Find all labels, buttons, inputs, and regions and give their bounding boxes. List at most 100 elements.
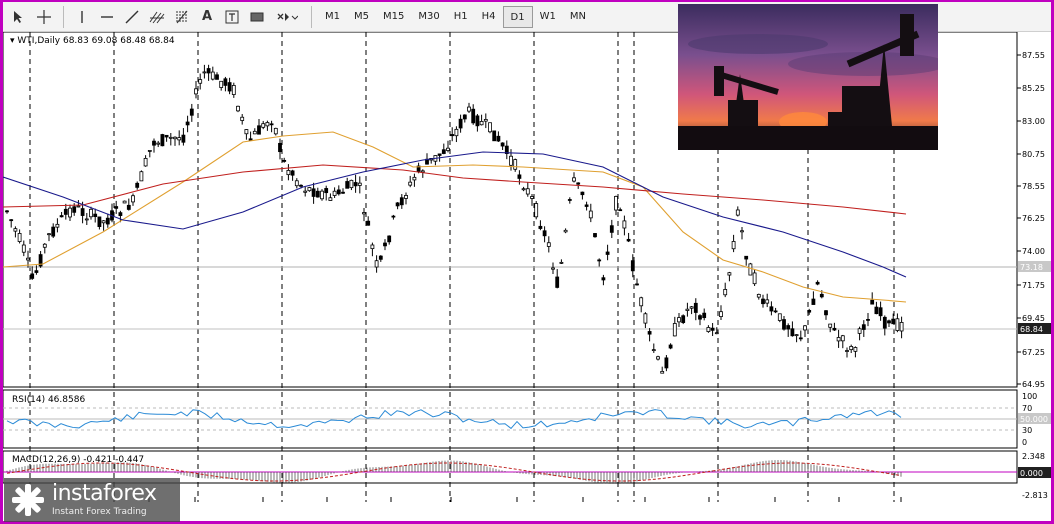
candle-body bbox=[840, 335, 845, 342]
candle-body bbox=[693, 302, 698, 313]
timeframe-m30[interactable]: M30 bbox=[411, 6, 446, 28]
candle-body bbox=[559, 261, 564, 264]
candle-body bbox=[677, 317, 681, 323]
candle-body bbox=[395, 202, 400, 207]
candle-body bbox=[605, 251, 610, 255]
candle-body bbox=[702, 312, 707, 319]
candle-body bbox=[89, 208, 93, 218]
trendline-icon[interactable] bbox=[120, 5, 144, 29]
candle-body bbox=[139, 171, 144, 182]
shapes-dropdown-icon[interactable] bbox=[270, 5, 304, 29]
fibonacci-icon[interactable] bbox=[170, 5, 194, 29]
instaforex-logo: instaforex Instant Forex Trading bbox=[4, 478, 180, 522]
toolbar-separator bbox=[63, 5, 64, 28]
candle-body bbox=[798, 337, 803, 340]
candle-body bbox=[488, 122, 492, 133]
candle-body bbox=[147, 150, 152, 152]
timeframe-w1[interactable]: W1 bbox=[533, 6, 563, 28]
candle-body bbox=[105, 217, 110, 225]
text-icon[interactable]: A bbox=[195, 5, 219, 29]
candle-body bbox=[202, 71, 207, 74]
candle-body bbox=[198, 79, 203, 84]
candle-body bbox=[244, 129, 249, 135]
candle-body bbox=[626, 238, 631, 242]
candle-body bbox=[790, 328, 795, 337]
candle-body bbox=[479, 121, 484, 126]
candle-body bbox=[483, 119, 488, 122]
candle-body bbox=[17, 233, 22, 242]
timeframe-m1[interactable]: M1 bbox=[318, 6, 347, 28]
horizontal-line-icon[interactable] bbox=[95, 5, 119, 29]
timeframe-h1[interactable]: H1 bbox=[447, 6, 475, 28]
candle-body bbox=[55, 223, 60, 228]
candle-body bbox=[378, 255, 383, 260]
timeframe-mn[interactable]: MN bbox=[563, 6, 593, 28]
candle-body bbox=[185, 121, 190, 126]
text-label-icon[interactable] bbox=[220, 5, 244, 29]
symbol-name: WTI,Daily bbox=[17, 36, 61, 46]
logo-tagline: Instant Forex Trading bbox=[52, 507, 147, 517]
candle-body bbox=[353, 182, 358, 187]
candle-body bbox=[168, 136, 173, 139]
candle-body bbox=[404, 195, 408, 199]
candle-body bbox=[441, 149, 446, 154]
timeframe-m5[interactable]: M5 bbox=[347, 6, 376, 28]
candle-body bbox=[664, 357, 669, 369]
candle-body bbox=[752, 272, 757, 285]
candle-body bbox=[97, 216, 102, 227]
candle-body bbox=[614, 196, 618, 211]
price-tick-label: 78.55 bbox=[1022, 182, 1045, 191]
candle-body bbox=[542, 230, 547, 237]
candle-body bbox=[811, 298, 816, 305]
candle-body bbox=[685, 308, 690, 311]
collapse-arrow-icon[interactable]: ▾ bbox=[10, 36, 15, 46]
candle-body bbox=[282, 159, 287, 162]
candle-body bbox=[744, 255, 749, 260]
candle-body bbox=[576, 182, 581, 185]
vertical-line-icon[interactable] bbox=[70, 5, 94, 29]
candle-body bbox=[719, 311, 723, 318]
timeframe-m15[interactable]: M15 bbox=[376, 6, 411, 28]
price-tick-label: 64.95 bbox=[1022, 380, 1045, 389]
candle-body bbox=[555, 276, 560, 288]
candle-body bbox=[622, 220, 627, 229]
candle-body bbox=[420, 170, 425, 173]
cursor-icon[interactable] bbox=[7, 5, 31, 29]
macd-tick-label: 2.348 bbox=[1022, 452, 1045, 461]
price-tick-label: 76.25 bbox=[1022, 214, 1045, 223]
price-tick-label: 71.75 bbox=[1022, 281, 1045, 290]
candle-body bbox=[521, 188, 526, 191]
candle-body bbox=[861, 324, 866, 330]
timeframe-h4[interactable]: H4 bbox=[475, 6, 503, 28]
candle-body bbox=[34, 270, 39, 273]
macd-level-label: 0.000 bbox=[1020, 469, 1043, 478]
candle-body bbox=[248, 138, 253, 141]
logo-icon bbox=[12, 484, 44, 516]
candle-body bbox=[152, 140, 156, 146]
timeframe-d1[interactable]: D1 bbox=[502, 5, 533, 28]
candle-body bbox=[26, 257, 30, 261]
rsi-tick-label: 0 bbox=[1022, 438, 1027, 447]
candle-body bbox=[391, 215, 396, 218]
candle-body bbox=[467, 106, 471, 112]
candle-body bbox=[643, 313, 648, 324]
andrews-pitchfork-icon[interactable] bbox=[145, 5, 169, 29]
candle-body bbox=[286, 170, 291, 176]
candle-body bbox=[647, 331, 652, 335]
candle-body bbox=[471, 108, 476, 124]
candle-body bbox=[530, 196, 534, 199]
candle-body bbox=[13, 228, 18, 232]
candle-body bbox=[357, 182, 362, 186]
crosshair-icon[interactable] bbox=[32, 5, 56, 29]
candle-body bbox=[672, 323, 677, 337]
candle-body bbox=[93, 213, 98, 218]
candle-body bbox=[832, 327, 837, 331]
time-axis: Mar 20243 Apr 202425 Apr 202417 May 2024… bbox=[148, 497, 902, 502]
candle-body bbox=[698, 315, 702, 320]
ohlc-values: 68.83 69.08 68.48 68.84 bbox=[62, 36, 175, 46]
price-tick-label: 80.75 bbox=[1022, 150, 1045, 159]
candle-body bbox=[118, 212, 123, 216]
candle-body bbox=[265, 122, 270, 127]
candle-body bbox=[257, 125, 261, 135]
rectangle-icon[interactable] bbox=[245, 5, 269, 29]
